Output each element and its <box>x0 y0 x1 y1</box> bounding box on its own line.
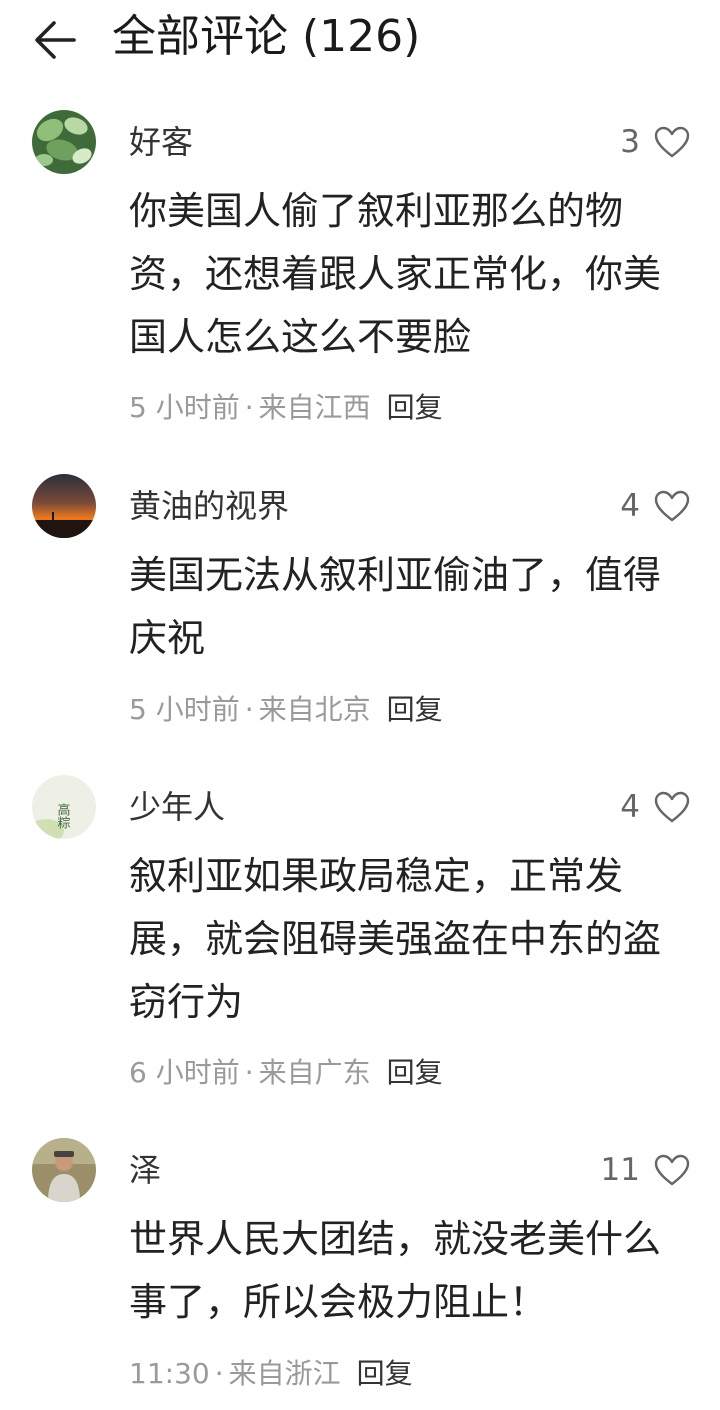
comment-meta: 6 小时前 · 来自广东 回复 <box>129 1056 443 1089</box>
comment-time: 5 小时前 <box>129 693 240 726</box>
heart-outline-icon <box>654 490 690 522</box>
comment-meta: 5 小时前 · 来自北京 回复 <box>129 693 443 726</box>
reply-button[interactable]: 回复 <box>387 693 443 726</box>
like-button[interactable]: 4 <box>620 484 690 528</box>
like-count: 3 <box>620 124 640 160</box>
page-title: 全部评论 (126) <box>112 11 421 62</box>
comment-location: 来自广东 <box>258 1056 371 1089</box>
comment-location: 来自浙江 <box>228 1357 341 1390</box>
back-button[interactable] <box>30 18 82 62</box>
avatar[interactable] <box>32 1138 96 1202</box>
like-button[interactable]: 3 <box>620 120 690 164</box>
comment-text: 你美国人偷了叙利亚那么的物资，还想着跟人家正常化，你美国人怎么这么不要脸 <box>129 189 662 359</box>
heart-outline-icon <box>654 1154 690 1186</box>
arrow-left-icon <box>35 21 76 59</box>
comment-text: 叙利亚如果政局稳定，正常发展，就会阻碍美强盗在中东的盗窃行为 <box>129 854 662 1024</box>
username[interactable]: 少年人 <box>129 785 225 829</box>
like-button[interactable]: 11 <box>601 1148 690 1192</box>
heart-outline-icon <box>654 126 690 158</box>
comment-meta: 5 小时前 · 来自江西 回复 <box>129 391 443 424</box>
avatar-text: 高粽 <box>55 802 71 829</box>
comment-location: 来自江西 <box>258 391 371 424</box>
avatar[interactable] <box>32 474 96 538</box>
comment-time: 6 小时前 <box>129 1056 240 1089</box>
comment-location: 来自北京 <box>258 693 371 726</box>
avatar[interactable] <box>32 110 96 174</box>
reply-button[interactable]: 回复 <box>357 1357 413 1390</box>
comment-meta: 11:30 · 来自浙江 回复 <box>129 1357 413 1390</box>
comment-text: 美国无法从叙利亚偷油了，值得庆祝 <box>129 553 662 660</box>
like-button[interactable]: 4 <box>620 785 690 829</box>
username[interactable]: 泽 <box>129 1148 161 1192</box>
reply-button[interactable]: 回复 <box>387 391 443 424</box>
comment-text: 世界人民大团结，就没老美什么事了，所以会极力阻止！ <box>129 1217 662 1324</box>
header-bar: 全部评论 (126) <box>0 0 720 90</box>
like-count: 4 <box>620 789 640 825</box>
username[interactable]: 黄油的视界 <box>129 484 289 528</box>
comment-time: 5 小时前 <box>129 391 240 424</box>
like-count: 11 <box>600 1152 640 1188</box>
reply-button[interactable]: 回复 <box>387 1056 443 1089</box>
avatar[interactable]: 高粽 <box>32 775 96 839</box>
like-count: 4 <box>620 488 640 524</box>
comment-time: 11:30 <box>129 1357 210 1390</box>
heart-outline-icon <box>654 791 690 823</box>
username[interactable]: 好客 <box>129 120 193 164</box>
